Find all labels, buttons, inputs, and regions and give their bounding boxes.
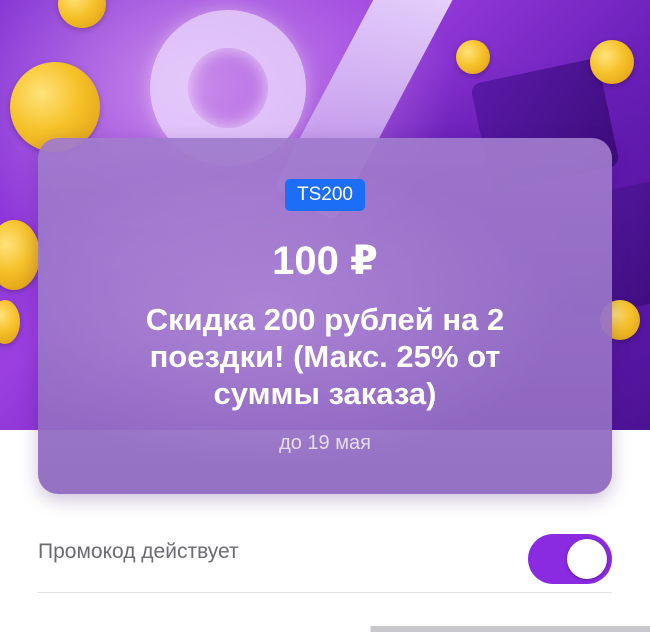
toggle-knob: [567, 539, 607, 579]
promo-status-label: Промокод действует: [38, 540, 239, 563]
coin-decor: [456, 40, 490, 74]
coin-decor: [0, 300, 20, 344]
coin-decor: [58, 0, 106, 28]
promo-valid-until: до 19 мая: [279, 432, 371, 454]
coin-decor: [590, 40, 634, 84]
bottom-divider: [0, 626, 650, 632]
promo-status-row: Промокод действует: [38, 522, 612, 593]
promo-code-badge: TS200: [285, 179, 365, 211]
promo-card: TS200 100 ₽ Скидка 200 рублей на 2 поезд…: [38, 138, 612, 494]
promo-description: Скидка 200 рублей на 2 поездки! (Макс. 2…: [145, 302, 505, 411]
coin-decor: [0, 220, 40, 290]
promo-active-toggle[interactable]: [528, 534, 612, 584]
promo-amount: 100 ₽: [272, 239, 378, 283]
